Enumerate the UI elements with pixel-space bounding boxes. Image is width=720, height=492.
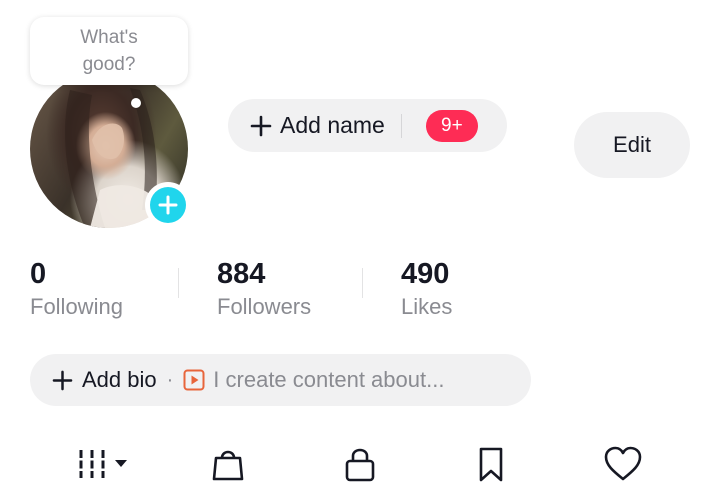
- edit-profile-button[interactable]: Edit: [574, 112, 690, 178]
- stat-followers[interactable]: 884 Followers: [217, 258, 311, 322]
- add-bio-button[interactable]: Add bio · I create content about...: [30, 354, 531, 406]
- stat-value: 0: [30, 258, 47, 290]
- stat-value: 490: [401, 258, 450, 290]
- bio-placeholder: I create content about...: [213, 367, 445, 392]
- heart-icon: [604, 446, 642, 481]
- stat-divider: [178, 268, 179, 298]
- profile-tab-bar: [0, 432, 720, 492]
- play-square-icon: [183, 369, 205, 391]
- note-bubble[interactable]: What's good?: [30, 17, 188, 85]
- stat-divider: [362, 268, 363, 298]
- add-avatar-button[interactable]: [145, 182, 191, 228]
- stat-label: Likes: [401, 294, 453, 319]
- add-name-button[interactable]: Add name 9+: [228, 99, 507, 152]
- note-bubble-tail: [131, 98, 141, 108]
- tab-liked[interactable]: [593, 442, 653, 486]
- shopping-bag-icon: [212, 450, 244, 481]
- plus-circle-icon: [150, 187, 186, 223]
- tab-saved[interactable]: [461, 442, 521, 486]
- note-text: What's good?: [80, 27, 138, 75]
- add-name-label: Add name: [280, 112, 385, 138]
- add-bio-label: Add bio: [82, 367, 157, 392]
- pill-divider: [400, 113, 402, 138]
- notification-badge[interactable]: 9+: [425, 109, 478, 142]
- bookmark-icon: [479, 447, 503, 482]
- tab-private[interactable]: [330, 442, 390, 486]
- lock-icon: [345, 448, 375, 482]
- stat-value: 884: [217, 258, 266, 290]
- plus-icon: [52, 370, 73, 390]
- stat-likes[interactable]: 490 Likes: [401, 258, 452, 322]
- stat-label: Following: [30, 294, 123, 319]
- bio-separator: ·: [166, 368, 174, 391]
- tab-videos[interactable]: [72, 442, 132, 486]
- stat-following[interactable]: 0 Following: [30, 258, 123, 322]
- stat-label: Followers: [217, 294, 312, 319]
- grid-icon: [79, 450, 127, 478]
- plus-icon: [250, 115, 272, 136]
- tab-shop[interactable]: [198, 442, 258, 486]
